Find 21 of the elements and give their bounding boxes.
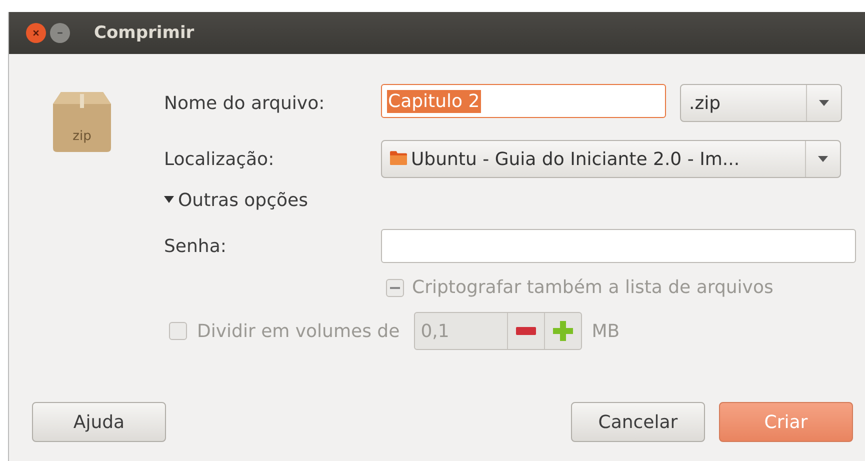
location-dropdown[interactable]: Ubuntu - Guia do Iniciante 2.0 - Im... <box>381 140 841 178</box>
checkbox-label: Criptografar também a lista de arquivos <box>412 277 774 298</box>
close-icon <box>32 29 40 37</box>
help-button[interactable]: Ajuda <box>32 402 166 442</box>
password-label: Senha: <box>164 236 228 256</box>
close-button[interactable] <box>26 23 46 43</box>
unit-label: MB <box>592 320 620 342</box>
dropdown-arrow-icon <box>819 100 829 106</box>
password-field[interactable] <box>381 229 856 263</box>
cancel-button[interactable]: Cancelar <box>571 402 705 442</box>
location-label: Localização: <box>164 148 276 170</box>
minimize-button[interactable] <box>50 23 70 43</box>
extension-dropdown[interactable]: .zip <box>680 84 842 122</box>
filename-label: Nome do arquivo: <box>164 92 326 114</box>
minus-icon[interactable] <box>514 327 537 335</box>
window-title: Comprimir <box>94 23 194 43</box>
plus-icon[interactable] <box>552 321 573 341</box>
options-expander[interactable]: Outras opções <box>164 190 308 211</box>
checkbox-label: Dividir em volumes de <box>197 320 400 342</box>
folder-icon <box>390 150 407 164</box>
dropdown-arrow-icon <box>818 156 828 162</box>
